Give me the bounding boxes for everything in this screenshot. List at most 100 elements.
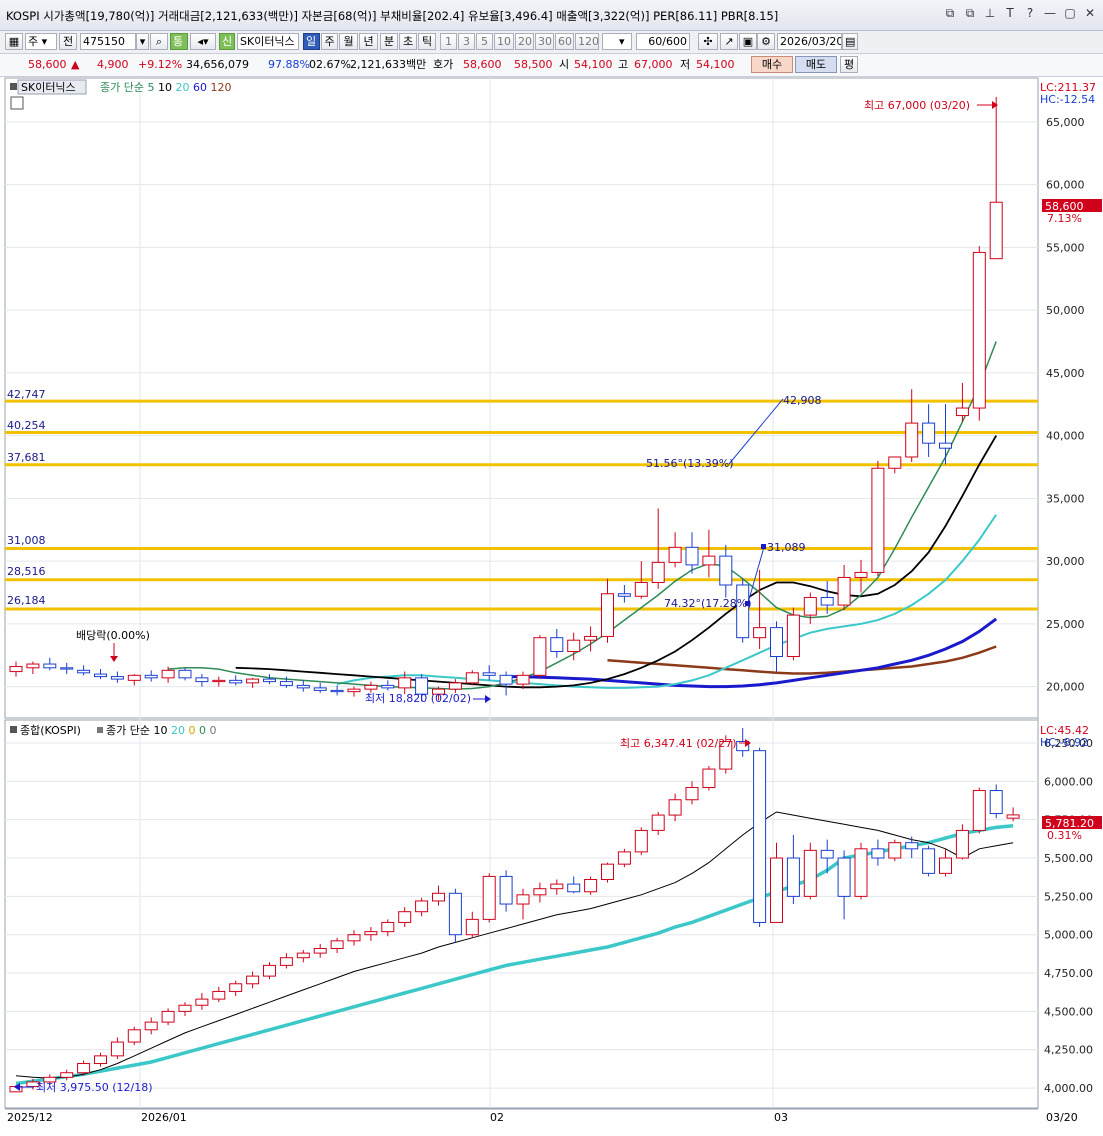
lower-candle [415,900,429,913]
stock-name-field[interactable]: SK이터닉스 [237,33,299,50]
interval-30[interactable]: 30 [535,33,554,50]
upper-candle [854,571,868,578]
pin-icon[interactable]: ⊥ [983,6,997,21]
upper-y-tick: 60,000 [1046,179,1085,192]
buy-button[interactable]: 매수 [751,56,793,73]
search-icon[interactable]: ⌕ [150,33,168,50]
interval-10[interactable]: 10 [494,33,514,50]
lower-candle [195,998,209,1006]
chart-area[interactable]: 65,000 60,000 55,000 50,000 45,000 40,000 35,0… [0,77,1103,1133]
tab-tick[interactable]: 틱 [418,33,436,50]
period-select-value: 주 [28,35,39,48]
lower-y-tick: 4,750.00 [1044,967,1093,980]
lower-candle [229,983,243,992]
date-input[interactable]: 2026/03/20 [777,33,842,50]
lower-candle [516,894,530,905]
cascade-icon[interactable]: ⧉ [963,6,977,21]
lower-candle [347,934,361,942]
upper-candle [922,422,936,444]
settings-icon[interactable]: ⚙ [757,33,775,50]
tab-minute[interactable]: 분 [380,33,398,50]
interval-20[interactable]: 20 [515,33,534,50]
chart-svg[interactable]: 65,000 60,000 55,000 50,000 45,000 40,000 35,0… [0,77,1103,1133]
upper-candle [753,627,767,639]
x-label-03-20: 03/20 [1046,1111,1078,1124]
lower-candle [803,849,817,897]
crosshair-icon[interactable]: ✣ [698,33,718,50]
lower-legend-marker [10,726,17,733]
upper-candle [212,679,226,683]
sin-button[interactable]: 신 [219,33,235,50]
tab-day[interactable]: 일 [303,33,320,50]
tab-year[interactable]: 년 [359,33,378,50]
upper-candle [955,407,969,417]
interval-3[interactable]: 3 [458,33,475,50]
lower-candle [651,814,665,831]
tong-button[interactable]: 통 [170,33,188,50]
upper-y-tick: 50,000 [1046,304,1085,317]
high-annotation: 최고 67,000 (03/20) [864,99,970,112]
upper-legend-ma-label: 종가 단순 [100,81,144,94]
grid-toggle-icon[interactable] [10,96,24,110]
upper-candle [195,677,209,683]
upper-y-tick: 35,000 [1046,492,1085,505]
upper-candle [786,614,800,658]
lower-low-annotation: 최저 3,975.50 (12/18) [36,1081,153,1094]
interval-custom-select[interactable]: ▾ [602,33,632,50]
minimize-icon[interactable]: — [1043,6,1057,21]
interval-120[interactable]: 120 [575,33,599,50]
lower-y-tick: 5,250.00 [1044,890,1093,903]
upper-candle [263,678,276,683]
lower-candle [820,849,834,859]
count-field[interactable]: 60/600 [636,33,690,50]
sell-button[interactable]: 매도 [795,56,837,73]
upper-candle [719,555,733,586]
prev-button[interactable]: 전 [59,33,77,50]
tab-second[interactable]: 초 [399,33,417,50]
upper-candle [668,546,682,563]
tab-month[interactable]: 월 [339,33,358,50]
fib-label-37681: 37,681 [7,451,46,464]
period-select[interactable]: 주 ▾ [25,33,57,50]
ma60-label: 60 [193,81,207,94]
restore-icon[interactable]: ⧉ [943,6,957,21]
eval-button[interactable]: 평 [840,56,858,73]
code-dropdown-icon[interactable]: ▾ [136,33,149,50]
tab-week[interactable]: 주 [321,33,338,50]
upper-candle [685,546,699,566]
save-icon[interactable]: ▣ [739,33,757,50]
high-label: 고 [618,58,629,71]
interval-1[interactable]: 1 [440,33,457,50]
upper-candle [533,637,547,676]
layout-icon[interactable]: ▦ [5,33,23,50]
sound-icon[interactable]: ◂▾ [190,33,216,50]
low-label: 저 [680,58,691,71]
interval-5[interactable]: 5 [476,33,493,50]
upper-candle [584,635,598,641]
lower-current-pct: 0.31% [1047,829,1082,842]
lower-candle [296,952,310,959]
trend-handle-1[interactable] [761,544,766,549]
low-annotation: 최저 18,820 (02/02) [365,692,471,705]
lower-ma4-label: 0 [199,724,206,737]
interval-60[interactable]: 60 [555,33,574,50]
upper-y-tick: 45,000 [1046,367,1085,380]
upper-candle [736,584,750,639]
maximize-icon[interactable]: ▢ [1063,6,1077,21]
trend-label-angle-1: 51.56°(13.39%) [646,457,734,470]
ask-price: 58,600 [463,58,502,71]
upper-candle [364,684,378,690]
calendar-icon[interactable]: ▤ [842,33,858,50]
lower-hc: HC:-8.92 [1040,736,1088,749]
draw-icon[interactable]: ↗ [720,33,738,50]
legend-marker [10,83,17,90]
code-input[interactable]: 475150 [80,33,136,50]
price-change: 4,900 [97,58,129,71]
upper-candle [144,674,158,679]
close-icon[interactable]: ✕ [1083,6,1097,21]
font-icon[interactable]: T [1003,6,1017,21]
lower-candle [685,786,699,801]
lower-candle [770,857,783,923]
change-arrow-icon: ▲ [71,58,80,71]
help-icon[interactable]: ? [1023,6,1037,21]
